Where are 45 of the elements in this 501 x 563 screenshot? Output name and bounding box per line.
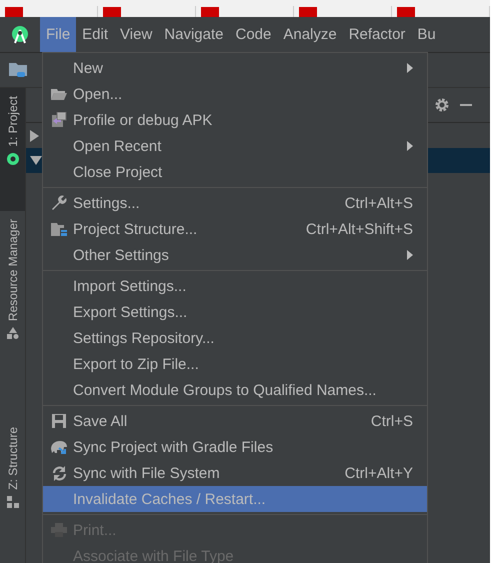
menu-item[interactable]: Other Settings [43,242,427,268]
menu-item[interactable]: Profile or debug APK [43,107,427,133]
apk-icon [51,112,67,128]
folder-grid-icon [51,222,67,236]
menu-item[interactable]: Export Settings... [43,299,427,325]
structure-icon [6,496,18,508]
menu-item[interactable]: Close Project [43,159,427,185]
printer-icon [51,523,67,537]
menu-title[interactable]: Refactor [342,17,412,52]
menu-title[interactable]: Bu [411,17,442,52]
shapes-icon [6,327,18,340]
menu-title[interactable]: View [114,17,158,52]
menu-item[interactable]: Open Recent [43,133,427,159]
wrench-icon [51,195,67,211]
tab-favicon-icon [201,7,219,17]
project-folder-icon [9,62,29,78]
collapse-arrow-icon[interactable] [30,156,42,165]
expand-arrow-icon[interactable] [30,130,39,142]
tab-favicon-icon [299,7,317,17]
tab-favicon-icon [5,7,23,17]
settings-icon[interactable] [434,97,450,113]
menu-item[interactable]: Settings Repository... [43,325,427,351]
android-logo-icon [10,24,30,44]
menu-item[interactable]: Convert Module Groups to Qualified Names... [43,377,427,403]
tool-window-tab[interactable]: Z: Structure [0,419,25,547]
folder-icon [51,88,67,100]
menu-item[interactable]: Open... [43,81,427,107]
tool-window-tab[interactable]: 1: Project [0,88,25,211]
menu-title[interactable]: Navigate [158,17,230,52]
menu-item[interactable]: Sync Project with Gradle Files [43,434,427,460]
tab-favicon-icon [103,7,121,17]
menu-item[interactable]: Settings... Ctrl+Alt+S [43,190,427,216]
sync-icon [52,466,66,480]
menu-item[interactable]: Import Settings... [43,273,427,299]
menu-item[interactable]: Sync with File System Ctrl+Alt+Y [43,460,427,486]
menu-item[interactable]: Save All Ctrl+S [43,408,427,434]
menu-item[interactable]: Project Structure... Ctrl+Alt+Shift+S [43,216,427,242]
menu-title[interactable]: Edit [76,17,114,52]
floppy-icon [52,414,66,428]
tool-window-tab[interactable]: Resource Manager [0,211,25,419]
tab-favicon-icon [397,7,415,17]
menu-title[interactable]: Analyze [277,17,343,52]
menu-title[interactable]: Code [229,17,278,52]
menu-item[interactable]: New [43,55,427,81]
menu-item[interactable]: Export to Zip File... [43,351,427,377]
